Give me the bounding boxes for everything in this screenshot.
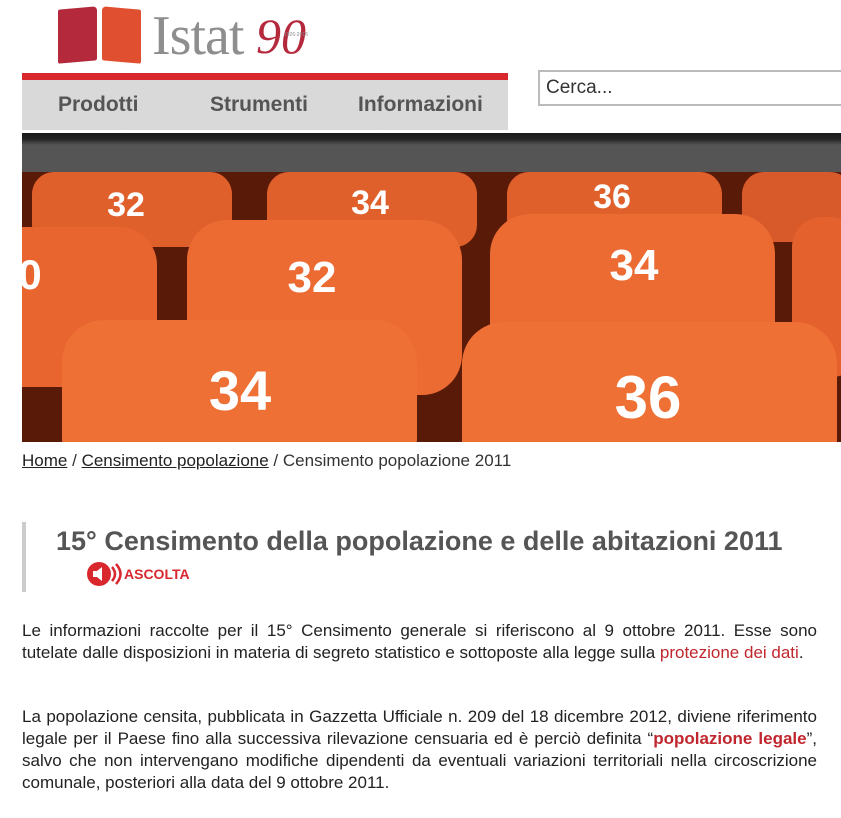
seat-number: 36 (593, 178, 631, 216)
breadcrumb-separator: / (273, 451, 279, 470)
seat-number: 34 (209, 359, 271, 422)
hero-image: 32 34 36 0 32 34 34 36 (22, 172, 841, 442)
seat-number: 34 (351, 184, 389, 222)
legal-population-link[interactable]: popolazione legale (653, 729, 806, 748)
title-block: 15° Censimento della popolazione e delle… (22, 522, 786, 592)
nav-item-prodotti[interactable]: Prodotti (58, 93, 138, 117)
data-protection-link[interactable]: protezione dei dati (660, 643, 799, 662)
nav-item-strumenti[interactable]: Strumenti (210, 93, 308, 117)
listen-button[interactable]: ASCOLTA (86, 555, 190, 591)
logo-book-left (58, 6, 97, 64)
seat-number: 36 (615, 364, 682, 431)
logo-years: 1926-2016 (284, 32, 308, 38)
breadcrumb-home[interactable]: Home (22, 451, 67, 470)
nav-accent-bar (22, 73, 508, 80)
seat-number: 32 (107, 186, 145, 224)
logo-book-right (102, 6, 141, 64)
header-dark-band (22, 133, 841, 172)
p1-end: . (798, 643, 804, 662)
nav-item-informazioni[interactable]: Informazioni (358, 93, 483, 117)
page-title: 15° Censimento della popolazione e delle… (56, 524, 786, 595)
seat-number: 0 (22, 251, 42, 298)
legal-population-paragraph: La popolazione censita, pubblicata in Ga… (22, 706, 817, 794)
speaker-icon (87, 561, 122, 586)
page-title-text: 15° Censimento della popolazione e delle… (56, 526, 783, 556)
seat-number: 34 (610, 241, 659, 290)
breadcrumb-censimento[interactable]: Censimento popolazione (82, 451, 269, 470)
theater-seats-illustration: 32 34 36 0 32 34 34 36 (22, 172, 841, 442)
breadcrumb-current: Censimento popolazione 2011 (282, 451, 512, 470)
intro-paragraph: Le informazioni raccolte per il 15° Cens… (22, 620, 817, 664)
listen-label: ASCOLTA (124, 565, 190, 582)
main-nav: Prodotti Strumenti Informazioni (22, 80, 508, 130)
search-input[interactable] (538, 70, 841, 106)
breadcrumb-separator: / (72, 451, 77, 470)
seat-number: 32 (288, 253, 337, 302)
istat-logo[interactable]: Istat 90 1926-2016 (58, 6, 328, 66)
logo-wordmark: Istat (152, 5, 244, 67)
breadcrumb: Home / Censimento popolazione / Censimen… (22, 451, 511, 471)
